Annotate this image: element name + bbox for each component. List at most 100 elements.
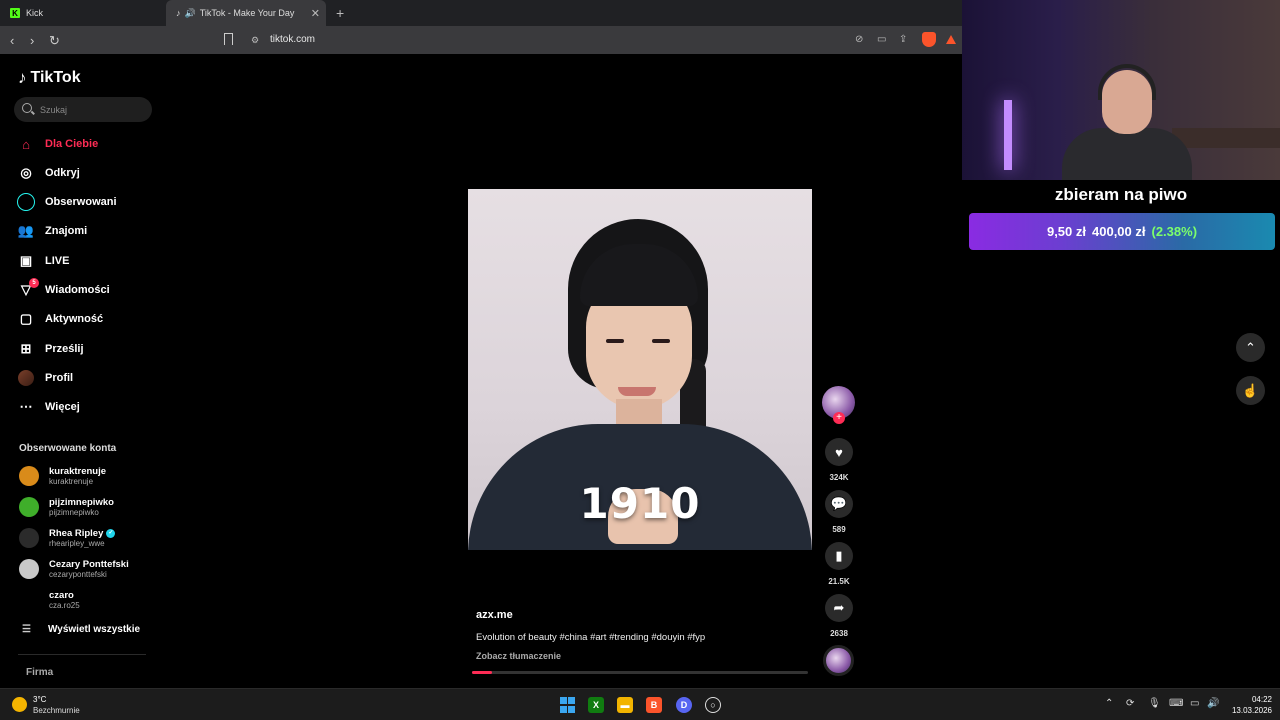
live-icon: ▣ xyxy=(19,253,33,268)
donation-goal-title: zbieram na piwo xyxy=(1054,185,1188,204)
avatar xyxy=(19,528,39,548)
webcam-feed xyxy=(962,0,1280,180)
compass-icon: ◎ xyxy=(20,165,32,180)
donation-goal-bar: 9,50 zł 400,00 zł (2.38%) xyxy=(969,213,1275,250)
url-field[interactable]: tiktok.com xyxy=(270,34,315,45)
share-count: 2638 xyxy=(830,629,848,638)
like-button[interactable]: ♥ xyxy=(825,438,853,466)
tiktok-logo[interactable]: ♪ TikTok xyxy=(18,68,81,88)
menu-label: Więcej xyxy=(45,401,80,413)
weather-description: Bezchmurnie xyxy=(33,706,80,715)
tab-tiktok[interactable]: ♪ 🔊 TikTok - Make Your Day ✕ xyxy=(166,0,326,26)
forward-icon[interactable]: › xyxy=(30,33,34,48)
cast-icon[interactable]: ▭ xyxy=(877,34,886,45)
browser-window: K Kick ♪ 🔊 TikTok - Make Your Day ✕ + ‹ … xyxy=(0,0,962,688)
brave-browser-icon[interactable]: B xyxy=(646,697,662,713)
menu-friends[interactable]: 👥 Znajomi xyxy=(17,220,87,242)
weather-moon-icon[interactable] xyxy=(12,697,27,712)
menu-explore[interactable]: ◎ Odkryj xyxy=(17,162,80,184)
weather-temperature: 3°C xyxy=(33,695,47,704)
menu-profile[interactable]: Profil xyxy=(17,367,73,389)
menu-activity[interactable]: ▢ Aktywność xyxy=(17,308,103,330)
volume-icon[interactable]: 🔊 xyxy=(1207,698,1219,709)
obs-icon[interactable]: ○ xyxy=(705,697,721,713)
discord-icon[interactable]: D xyxy=(676,697,692,713)
activity-icon: ▢ xyxy=(19,311,33,326)
music-disc-icon[interactable] xyxy=(823,645,854,676)
webcam-desk xyxy=(1172,128,1280,148)
followed-account[interactable]: Rhea Ripley ✓ rhearipley_wwe xyxy=(19,525,116,551)
following-icon xyxy=(17,193,35,211)
show-all-button[interactable]: ☰ Wyświetl wszystkie xyxy=(22,624,140,635)
avatar xyxy=(19,497,39,517)
mute-icon[interactable]: ⊘ xyxy=(855,34,863,45)
save-button[interactable]: ▮ xyxy=(825,542,853,570)
tab-label: Kick xyxy=(26,8,44,18)
windows-start-icon[interactable] xyxy=(559,697,575,713)
back-icon[interactable]: ‹ xyxy=(10,33,14,48)
logo-text: TikTok xyxy=(30,69,81,86)
like-count: 324K xyxy=(829,473,849,482)
followed-account[interactable]: Cezary Ponttefski cezaryponttefski xyxy=(19,556,129,582)
search-box[interactable] xyxy=(14,97,152,122)
menu-label: Odkryj xyxy=(45,167,80,179)
clock-date: 13.03.2026 xyxy=(1231,706,1272,715)
footer-link-company[interactable]: Firma xyxy=(26,667,53,678)
goal-percent: (2.38%) xyxy=(1151,224,1198,239)
network-icon[interactable]: ▭ xyxy=(1190,698,1199,709)
messages-icon: ▽ 5 xyxy=(17,278,39,299)
headset-icon xyxy=(1098,64,1156,100)
microphone-icon[interactable]: 🎙 xyxy=(1148,698,1161,709)
xbox-icon[interactable]: X xyxy=(588,697,604,713)
menu-messages[interactable]: ▽ 5 Wiadomości xyxy=(17,278,110,301)
brave-rewards-icon[interactable] xyxy=(946,35,956,44)
bookmark-icon: ▮ xyxy=(835,548,843,563)
followed-accounts-title: Obserwowane konta xyxy=(19,443,117,454)
followed-account[interactable]: kuraktrenuje kuraktrenuje xyxy=(19,463,106,489)
followed-account[interactable]: pijzimnepiwko pijzimnepiwko xyxy=(19,494,114,520)
avatar xyxy=(19,466,39,486)
video-description: Evolution of beauty #china #art #trendin… xyxy=(476,632,706,643)
share-icon[interactable]: ⇪ xyxy=(899,34,907,45)
tab-kick[interactable]: K Kick xyxy=(0,0,166,26)
menu-live[interactable]: ▣ LIVE xyxy=(17,250,70,272)
video-progress-bar[interactable] xyxy=(472,671,808,674)
menu-for-you[interactable]: ⌂ Dla Ciebie xyxy=(17,133,98,155)
tiktok-sidebar: ♪ TikTok ⌂ Dla Ciebie ◎ Odkryj Obserwowa… xyxy=(0,54,160,688)
site-info-icon[interactable]: ⚙ xyxy=(251,35,259,46)
upload-icon: ⊞ xyxy=(20,341,32,356)
close-tab-icon[interactable]: ✕ xyxy=(311,7,320,20)
follow-plus-icon[interactable]: + xyxy=(833,412,845,424)
avatar xyxy=(19,590,39,610)
video-frame-eye xyxy=(652,339,670,343)
show-all-label: Wyświetl wszystkie xyxy=(48,624,141,635)
share-button[interactable]: ➦ xyxy=(825,594,853,622)
brave-shields-icon[interactable] xyxy=(922,32,936,47)
followed-account[interactable]: czaro cza.ro25 xyxy=(19,587,80,613)
goal-current: 9,50 zł xyxy=(1046,224,1086,239)
sync-icon[interactable]: ⟳ xyxy=(1126,698,1134,709)
next-video-button[interactable]: ☝ xyxy=(1236,376,1265,405)
previous-video-button[interactable]: ⌃ xyxy=(1236,333,1265,362)
comment-button[interactable]: 💬 xyxy=(825,490,853,518)
address-bar: ‹ › ↻ ⚙ tiktok.com ⊘ ▭ ⇪ xyxy=(0,26,962,54)
menu-upload[interactable]: ⊞ Prześlij xyxy=(17,338,84,360)
account-handle: cza.ro25 xyxy=(49,601,80,610)
menu-label: LIVE xyxy=(45,255,70,267)
file-explorer-icon[interactable]: ▬ xyxy=(617,697,633,713)
search-input[interactable] xyxy=(40,102,140,117)
reload-icon[interactable]: ↻ xyxy=(49,33,60,49)
system-clock[interactable]: 04:22 13.03.2026 xyxy=(1226,694,1272,716)
tray-chevron-icon[interactable]: ⌃ xyxy=(1105,698,1113,709)
video-author[interactable]: azx.me xyxy=(476,609,513,621)
menu-label: Dla Ciebie xyxy=(45,138,99,150)
keyboard-icon[interactable]: ⌨ xyxy=(1169,698,1183,709)
bookmark-icon[interactable] xyxy=(224,33,233,45)
goal-target: 400,00 zł xyxy=(1092,224,1146,239)
new-tab-button[interactable]: + xyxy=(336,5,344,21)
menu-more[interactable]: ⋯ Więcej xyxy=(17,396,80,418)
video-player[interactable]: 1910 xyxy=(468,189,812,550)
menu-following[interactable]: Obserwowani xyxy=(17,191,117,213)
see-translation-link[interactable]: Zobacz tłumaczenie xyxy=(476,651,561,661)
webcam-light xyxy=(1004,100,1012,170)
